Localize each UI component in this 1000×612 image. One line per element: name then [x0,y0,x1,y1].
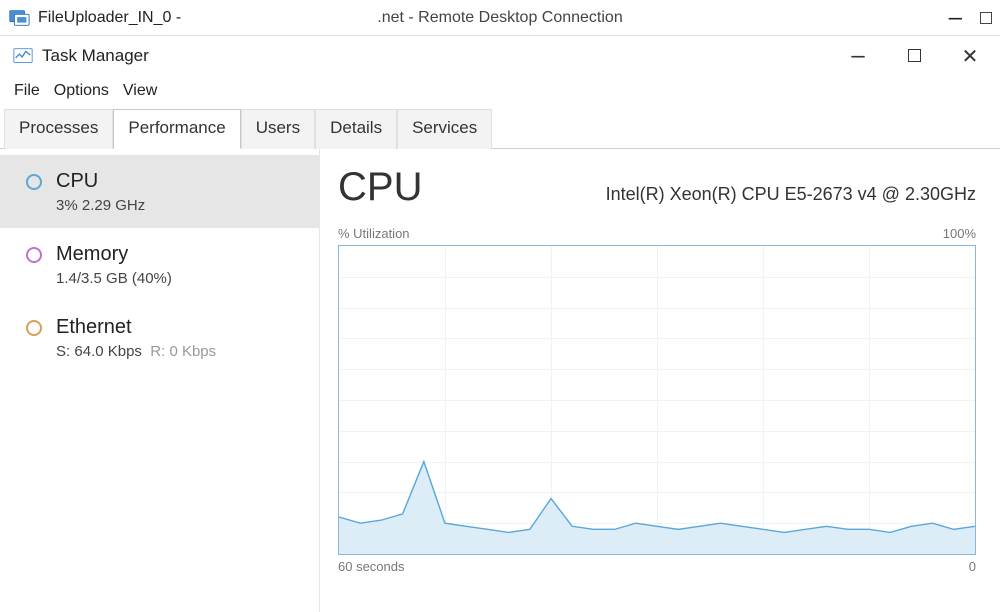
menu-options[interactable]: Options [50,80,113,102]
chart-xmin-label: 0 [969,559,976,574]
cpu-utilization-chart [338,245,976,555]
chart-xmax-label: 60 seconds [338,559,405,574]
tab-services[interactable]: Services [397,109,492,149]
close-button[interactable]: ✕ [952,44,988,69]
sidebar-memory-label: Memory [56,242,172,266]
rdc-icon [8,7,30,29]
chart-yaxis-label: % Utilization [338,226,410,241]
rdc-title-bar: FileUploader_IN_0 - .net - Remote Deskto… [0,0,1000,36]
rdc-center-title: .net - Remote Desktop Connection [377,9,622,27]
sidebar-cpu-stat: 3% 2.29 GHz [56,197,145,214]
tab-performance[interactable]: Performance [113,109,240,149]
bullet-icon-cpu [26,174,42,190]
sidebar-memory-stat: 1.4/3.5 GB (40%) [56,270,172,287]
menu-bar: File Options View [0,76,1000,108]
tab-users[interactable]: Users [241,109,315,149]
rdc-minimize-button[interactable]: – [949,4,962,32]
cpu-model: Intel(R) Xeon(R) CPU E5-2673 v4 @ 2.30GH… [606,184,976,205]
cpu-chart-svg [339,246,975,554]
sidebar-cpu-label: CPU [56,169,145,193]
cpu-area-path [339,462,975,554]
rdc-maximize-button[interactable] [980,12,992,24]
sidebar-item-memory[interactable]: Memory 1.4/3.5 GB (40%) [0,228,319,301]
minimize-button[interactable]: – [840,42,876,70]
tab-details[interactable]: Details [315,109,397,149]
cpu-heading: CPU [338,165,422,210]
bullet-icon-ethernet [26,320,42,336]
bullet-icon-memory [26,247,42,263]
taskmgr-icon [12,45,34,67]
cpu-panel: CPU Intel(R) Xeon(R) CPU E5-2673 v4 @ 2.… [320,149,1000,612]
performance-sidebar: CPU 3% 2.29 GHz Memory 1.4/3.5 GB (40%) … [0,149,320,612]
sidebar-item-cpu[interactable]: CPU 3% 2.29 GHz [0,155,319,228]
tabs-row: Processes Performance Users Details Serv… [0,108,1000,149]
sidebar-ethernet-label: Ethernet [56,315,216,339]
menu-file[interactable]: File [10,80,44,102]
rdc-app-name: FileUploader_IN_0 - [38,9,181,27]
sidebar-item-ethernet[interactable]: Ethernet S: 64.0 Kbps R: 0 Kbps [0,301,319,374]
sidebar-ethernet-stat: S: 64.0 Kbps R: 0 Kbps [56,343,216,360]
taskmgr-title-bar: Task Manager – ✕ [0,36,1000,76]
maximize-button[interactable] [896,46,932,67]
window-title: Task Manager [42,46,149,66]
chart-ymax-label: 100% [943,226,976,241]
tab-processes[interactable]: Processes [4,109,113,149]
menu-view[interactable]: View [119,80,161,102]
